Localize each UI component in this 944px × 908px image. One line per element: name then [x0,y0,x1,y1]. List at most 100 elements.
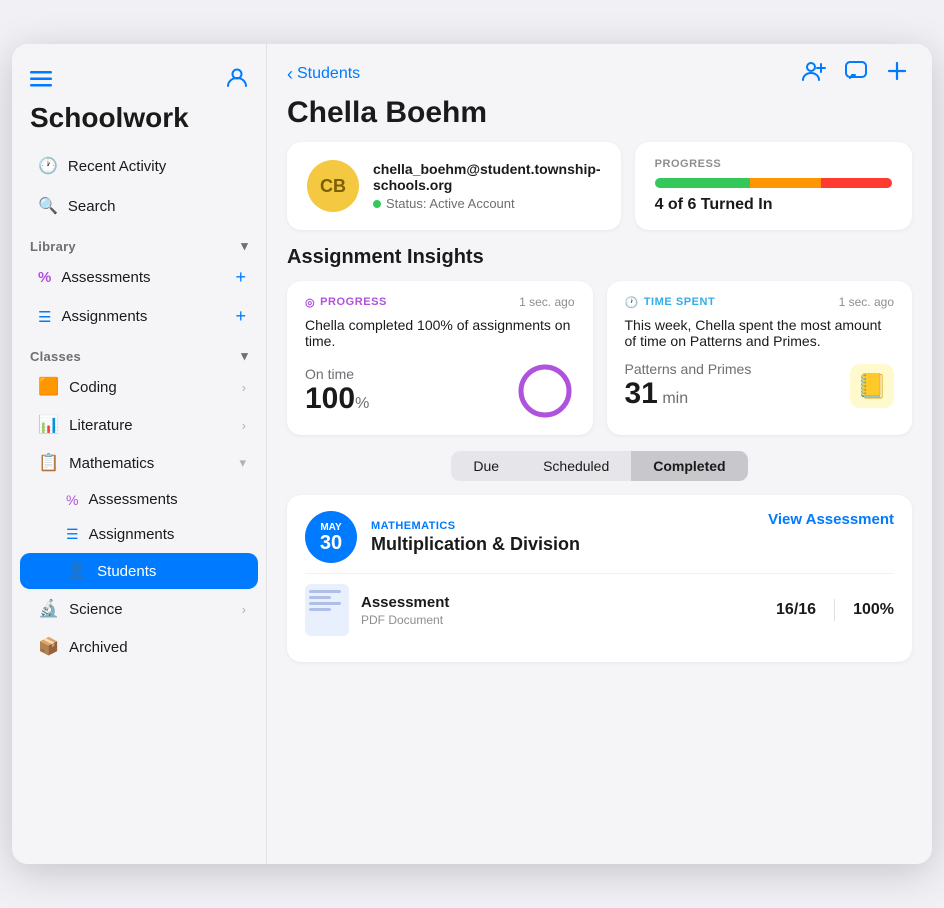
sidebar-item-search[interactable]: 🔍 Search [20,187,258,225]
insight-description: Chella completed 100% of assignments on … [305,317,575,349]
back-button[interactable]: ‹ Students [287,64,360,85]
sidebar-header [12,44,266,102]
progress-summary: 4 of 6 Turned In [655,196,892,214]
doc-thumbnail-lines [305,584,349,617]
assignment-item-row: Assessment PDF Document 16/16 100% [305,573,894,646]
progress-card: PROGRESS 4 of 6 Turned In [635,142,912,230]
assignment-card-header: MAY 30 MATHEMATICS Multiplication & Divi… [305,511,894,563]
progress-circle-icon: ◎ [305,296,315,309]
progress-label: PROGRESS [655,158,892,170]
sidebar-item-label: Assessments [88,491,177,508]
assignment-score-pct: 100% [853,601,894,619]
list-icon: ☰ [38,308,51,326]
sidebar-item-lib-assignments[interactable]: ☰ Assignments + [20,298,258,335]
insights-row: ◎ PROGRESS 1 sec. ago Chella completed 1… [267,281,932,451]
insight-metric-row: Patterns and Primes 31 min 📒 [625,361,895,411]
insight-card-time: 🕐 TIME SPENT 1 sec. ago This week, Chell… [607,281,913,435]
library-section-header[interactable]: Library ▾ [12,226,266,258]
tab-scheduled[interactable]: Scheduled [521,451,631,481]
sidebar-item-lib-assessments[interactable]: % Assessments + [20,259,258,296]
info-cards-row: CB chella_boehm@student.township-schools… [267,142,932,246]
sidebar-item-label: Coding [69,379,117,396]
math-icon: 📋 [38,453,59,473]
message-button[interactable] [844,60,868,88]
coding-icon: 🟧 [38,377,59,397]
insight-card-header: 🕐 TIME SPENT 1 sec. ago [625,295,895,309]
sidebar-item-math-assessments[interactable]: % Assessments [20,483,258,516]
status-dot-icon [373,200,381,208]
avatar: CB [307,160,359,212]
add-assignment-button[interactable]: + [235,306,246,327]
assignment-subject: MATHEMATICS [371,520,580,532]
search-icon: 🔍 [38,196,58,216]
assignment-card: MAY 30 MATHEMATICS Multiplication & Divi… [287,495,912,662]
sidebar-item-science[interactable]: 🔬 Science › [20,591,258,627]
insight-card-header: ◎ PROGRESS 1 sec. ago [305,295,575,309]
assignment-title-group: MATHEMATICS Multiplication & Division [371,520,580,555]
assignment-name: Multiplication & Division [371,534,580,555]
sidebar-item-label: Mathematics [69,455,154,472]
account-button[interactable] [226,66,248,94]
insight-metric-label: Patterns and Primes [625,361,752,377]
assignment-card-left: MAY 30 MATHEMATICS Multiplication & Divi… [305,511,580,563]
progress-bar-green [655,178,750,188]
add-assessment-button[interactable]: + [235,267,246,288]
sidebar-item-math-students[interactable]: 👤 Students [20,553,258,589]
students-icon: 👤 [66,561,87,581]
insight-metric-row: On time 100% [305,361,575,421]
insight-type-time: 🕐 TIME SPENT [625,296,716,309]
clock-icon: 🕐 [38,156,58,176]
tab-completed[interactable]: Completed [631,451,747,481]
progress-bar-red [821,178,892,188]
tab-due[interactable]: Due [451,451,521,481]
subject-icon: 📒 [850,364,894,408]
insight-metric-value: 100 [305,382,355,415]
assignment-row-right: 16/16 100% [776,599,894,621]
progress-bar [655,178,892,188]
percent-icon: % [66,492,78,508]
insight-type-progress: ◎ PROGRESS [305,296,387,309]
classes-section-header[interactable]: Classes ▾ [12,336,266,368]
time-clock-icon: 🕐 [625,296,639,309]
insight-metric-label: On time [305,366,369,382]
list-icon: ☰ [66,526,79,543]
sidebar-item-coding[interactable]: 🟧 Coding › [20,369,258,405]
back-label: Students [297,65,360,83]
insight-metric-value: 31 [625,377,658,410]
sidebar-item-label: Students [97,563,156,580]
sidebar-item-label: Assignments [89,526,175,543]
date-month: MAY [320,522,341,533]
sidebar-item-mathematics[interactable]: 📋 Mathematics ▾ [20,445,258,481]
sidebar-item-literature[interactable]: 📊 Literature › [20,407,258,443]
student-status: Status: Active Account [373,196,601,211]
doc-info: Assessment PDF Document [361,594,449,627]
document-thumbnail [305,584,349,636]
doc-line [309,596,331,599]
add-student-button[interactable] [802,60,826,88]
classes-chevron-icon: ▾ [241,348,248,364]
sidebar-item-label: Literature [69,417,132,434]
progress-donut [515,361,575,421]
add-button[interactable] [886,60,908,88]
assignment-score: 16/16 [776,601,816,619]
insight-description: This week, Chella spent the most amount … [625,317,895,349]
date-day: 30 [320,533,342,553]
sidebar-item-label: Science [69,601,122,618]
doc-line [309,602,341,605]
sidebar-item-recent-activity[interactable]: 🕐 Recent Activity [20,147,258,185]
chevron-right-icon: › [242,380,246,395]
chevron-right-icon: › [242,418,246,433]
app-title: Schoolwork [12,102,266,146]
sidebar-item-math-assignments[interactable]: ☰ Assignments [20,518,258,551]
student-name: Chella Boehm [267,96,932,142]
view-assessment-button[interactable]: View Assessment [768,511,894,528]
doc-line [309,608,331,611]
sidebar-item-archived[interactable]: 📦 Archived [20,629,258,665]
library-label: Library [30,239,76,254]
score-divider [834,599,835,621]
insight-timestamp: 1 sec. ago [519,295,574,309]
science-icon: 🔬 [38,599,59,619]
sidebar-toggle-button[interactable] [30,67,52,93]
student-details: chella_boehm@student.township-schools.or… [373,161,601,211]
sidebar-nav-label: Recent Activity [68,158,166,175]
